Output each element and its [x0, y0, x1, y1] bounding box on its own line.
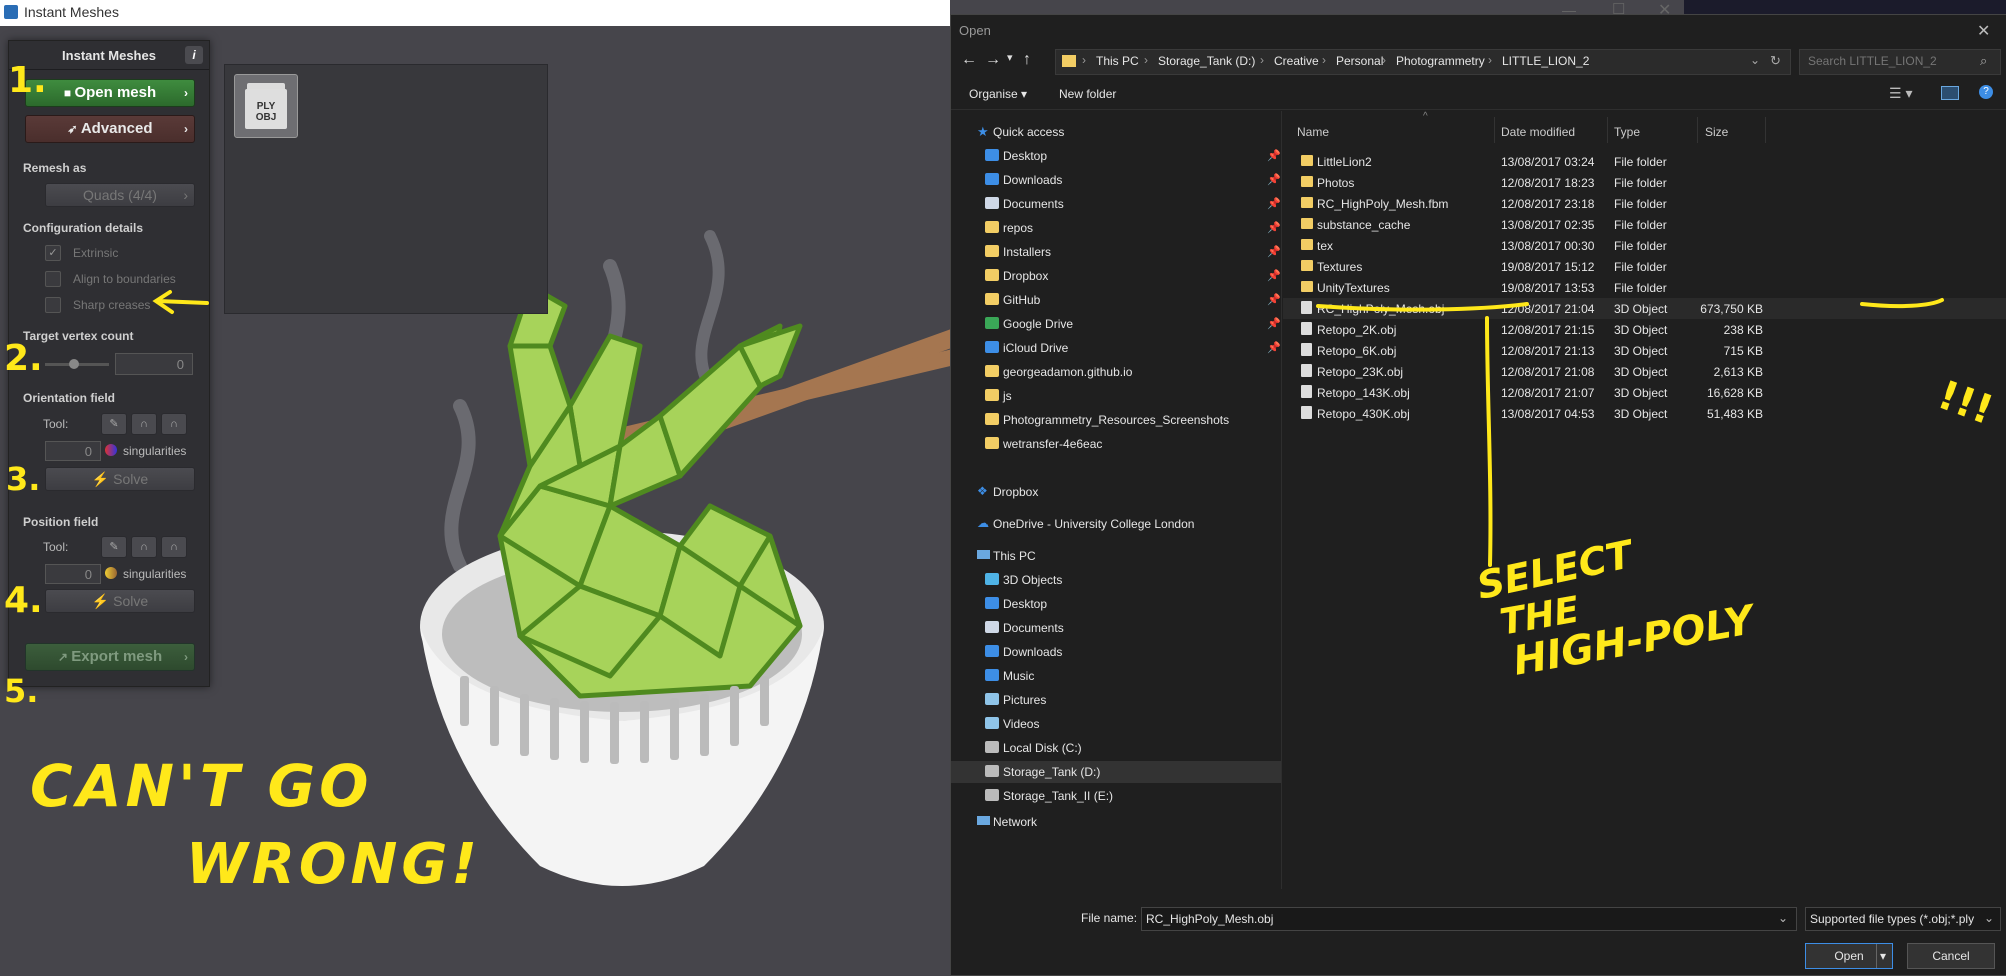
annotation-strokes — [152, 290, 1944, 567]
